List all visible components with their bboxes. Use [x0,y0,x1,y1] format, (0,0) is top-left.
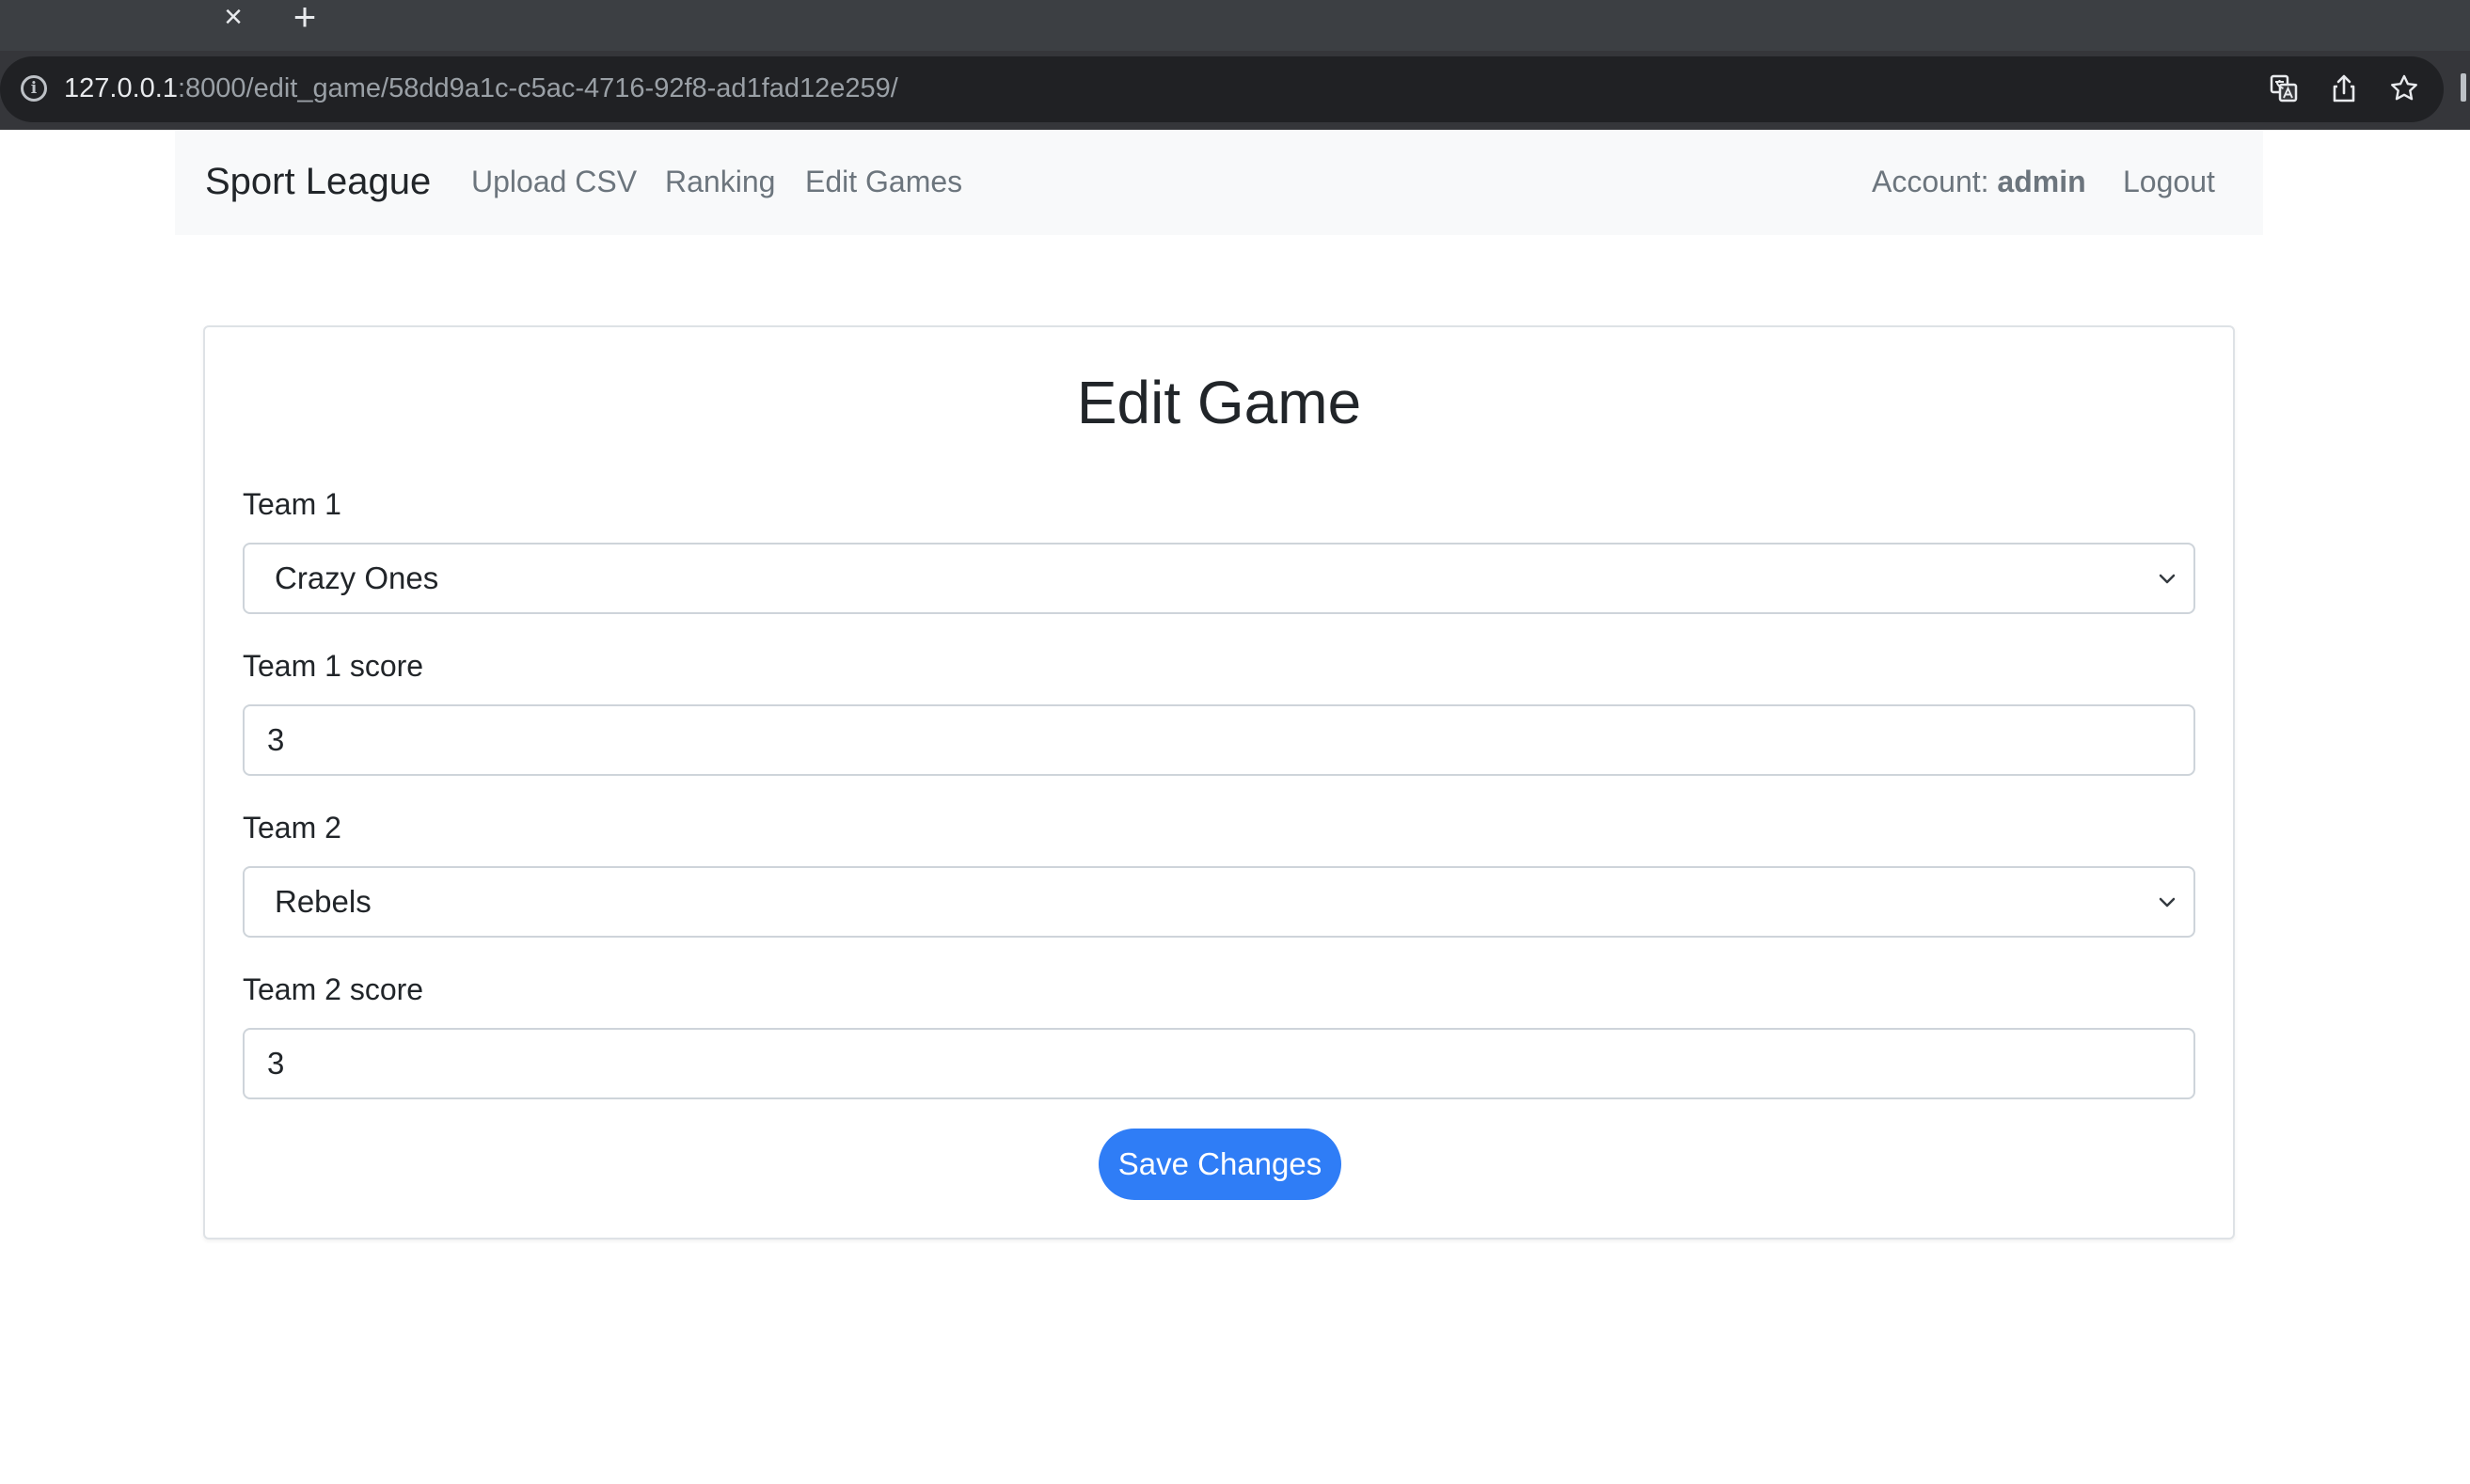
team2-score-label: Team 2 score [243,972,424,1006]
side-panel-icon[interactable] [2461,73,2466,102]
share-icon[interactable] [2327,71,2361,105]
logout-link[interactable]: Logout [2123,160,2215,203]
team1-score-label: Team 1 score [243,649,424,683]
save-changes-button[interactable]: Save Changes [1099,1129,1341,1200]
close-tab-icon[interactable]: × [214,0,252,38]
team2-select[interactable]: Rebels [243,866,2195,938]
site-info-icon[interactable]: i [21,75,47,102]
nav-upload-csv[interactable]: Upload CSV [471,160,637,203]
new-tab-icon[interactable]: + [284,0,325,38]
team2-score-input[interactable]: 3 [243,1028,2195,1099]
url-path: :8000/edit_game/58dd9a1c-c5ac-4716-92f8-… [177,73,898,103]
account-label: Account: [1872,165,1989,198]
navbar: Sport League Upload CSV Ranking Edit Gam… [175,130,2263,235]
brand-link[interactable]: Sport League [205,158,431,205]
page-title: Edit Game [1076,369,1362,436]
team1-select[interactable]: Crazy Ones [243,543,2195,614]
bookmark-star-icon[interactable] [2387,71,2421,105]
team1-score-value: 3 [267,722,285,757]
team1-selected-value: Crazy Ones [275,560,439,595]
account-info: Account: admin [1872,160,2086,203]
account-username: admin [1997,165,2086,198]
nav-ranking[interactable]: Ranking [665,160,775,203]
team2-label: Team 2 [243,811,341,845]
nav-edit-games[interactable]: Edit Games [805,160,962,203]
url-host: 127.0.0.1 [64,73,178,103]
team2-score-value: 3 [267,1046,285,1081]
team1-score-input[interactable]: 3 [243,704,2195,776]
url-text[interactable]: 127.0.0.1:8000/edit_game/58dd9a1c-c5ac-4… [64,70,898,107]
team2-selected-value: Rebels [275,884,372,919]
team1-label: Team 1 [243,487,341,521]
edit-game-card: Edit Game Team 1 Crazy Ones Team 1 score… [203,325,2235,1239]
translate-icon[interactable] [2267,71,2301,105]
chevron-down-icon [2159,574,2176,584]
chevron-down-icon [2159,897,2176,908]
browser-tab-strip: × + [0,0,2470,51]
